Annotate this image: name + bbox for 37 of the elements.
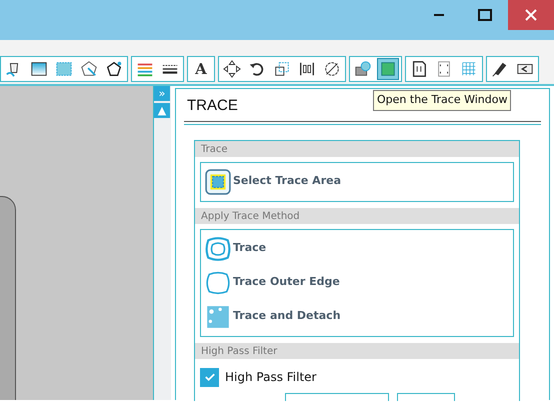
section-header: High Pass Filter (195, 342, 519, 358)
dotted-fill-icon (55, 60, 73, 78)
maximize-icon (478, 9, 492, 21)
pentagon-icon (105, 60, 123, 78)
grid-icon (460, 60, 478, 78)
input-field[interactable] (397, 392, 455, 400)
trace-option[interactable]: Trace Outer Edge (205, 266, 509, 300)
trace-window-icon (379, 60, 397, 78)
move-arrows-button[interactable] (221, 58, 243, 80)
trace-option[interactable]: Trace (205, 232, 509, 266)
section-header: Trace (195, 140, 519, 156)
pen-icon (491, 60, 509, 78)
move-arrows-icon (223, 60, 241, 78)
library-icon (354, 60, 372, 78)
align-icon (298, 60, 316, 78)
trace-option[interactable]: Trace and Detach (205, 300, 509, 334)
butterfly-outline-icon (205, 236, 231, 262)
page-icon (410, 60, 428, 78)
panel-title: TRACE (187, 96, 238, 116)
resize-icon (273, 60, 291, 78)
close-icon (525, 9, 537, 21)
trace-option[interactable]: Select Trace Area (205, 164, 509, 198)
minimize-icon (434, 14, 444, 16)
rotate-icon (248, 60, 266, 78)
checkbox[interactable] (200, 368, 219, 386)
tooltip: Open the Trace Window (373, 90, 512, 110)
pentagon-pen-icon (80, 60, 98, 78)
gradient-icon (30, 60, 48, 78)
page-frame-icon (435, 60, 453, 78)
section-header: Apply Trace Method (195, 208, 519, 224)
input-field[interactable] (285, 392, 389, 400)
trace-area-icon (205, 168, 231, 194)
scalloped-outline-icon (205, 270, 231, 296)
text-tool-button[interactable]: A (190, 58, 212, 80)
close-button[interactable] (508, 0, 554, 30)
filled-shape-icon (205, 304, 231, 330)
checkbox-label: High Pass Filter (225, 369, 316, 386)
